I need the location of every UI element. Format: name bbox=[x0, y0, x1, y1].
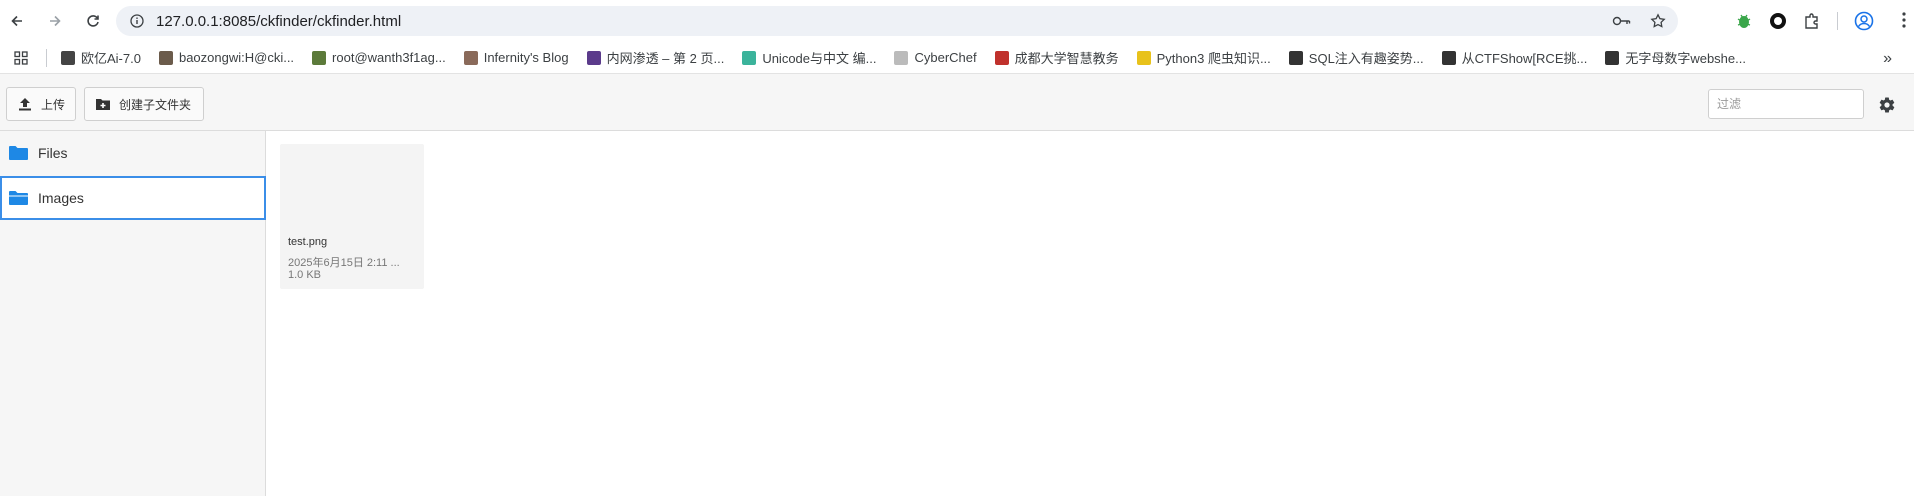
puzzle-extensions-icon[interactable] bbox=[1803, 12, 1821, 30]
avatar-favicon-icon bbox=[158, 50, 173, 65]
bookmark-label: CyberChef bbox=[914, 50, 977, 65]
site-info-icon[interactable] bbox=[122, 14, 152, 28]
bookmarks-bar: 欧亿Ai-7.0 baozongwi:H@cki... root@wanth3f1a… bbox=[0, 42, 1914, 74]
browser-top-bar: 127.0.0.1:8085/ckfinder/ckfinder.html bbox=[0, 0, 1914, 42]
person-favicon-icon bbox=[463, 50, 478, 65]
upload-label: 上传 bbox=[41, 97, 66, 112]
bookmark-label: baozongwi:H@cki... bbox=[178, 50, 295, 65]
bookmark-label: root@wanth3f1ag... bbox=[332, 50, 446, 65]
folder-label: Images bbox=[38, 190, 84, 206]
bookmark-item[interactable]: 欧亿Ai-7.0 bbox=[61, 48, 141, 67]
file-name: test.png bbox=[288, 236, 328, 248]
create-subfolder-button[interactable]: 创建子文件夹 bbox=[84, 87, 204, 121]
arrow-left-icon bbox=[11, 15, 22, 27]
bookmarks-overflow-button[interactable]: » bbox=[1883, 50, 1892, 68]
create-subfolder-label: 创建子文件夹 bbox=[119, 97, 192, 112]
bookmark-label: Unicode与中文 编... bbox=[762, 51, 877, 66]
slash-favicon-icon bbox=[1288, 50, 1303, 65]
bookmark-label: Python3 爬虫知识... bbox=[1156, 51, 1271, 66]
bookmark-label: SQL注入有趣姿势... bbox=[1308, 51, 1424, 66]
password-key-icon[interactable] bbox=[1612, 14, 1632, 28]
bookmark-item[interactable]: Infernity's Blog bbox=[463, 50, 569, 65]
bookmarks-separator bbox=[46, 48, 47, 67]
add-folder-icon bbox=[96, 99, 110, 110]
bookmark-item[interactable]: 内网渗透 – 第 2 页... bbox=[586, 48, 725, 67]
file-item[interactable]: test.png 2025年6月15日 2:11 ... 1.0 KB bbox=[280, 144, 424, 289]
biohazard-favicon-icon bbox=[1136, 50, 1151, 65]
bookmark-star-icon[interactable] bbox=[1650, 13, 1666, 29]
university-favicon-icon bbox=[994, 50, 1009, 65]
bookmark-label: 内网渗透 – 第 2 页... bbox=[606, 51, 725, 66]
forward-button[interactable] bbox=[42, 8, 68, 34]
slash-favicon-icon bbox=[1605, 50, 1620, 65]
reload-button[interactable] bbox=[80, 8, 106, 34]
bug-extension-icon[interactable] bbox=[1735, 12, 1753, 30]
folder-tree-sidebar: Files Images bbox=[0, 131, 266, 496]
bookmark-item[interactable]: baozongwi:H@cki... bbox=[158, 50, 295, 65]
chef-favicon-icon bbox=[894, 50, 909, 65]
bookmark-label: 无字母数字webshe... bbox=[1625, 51, 1746, 66]
bookmark-label: 成都大学智慧教务 bbox=[1014, 51, 1119, 66]
ai-favicon-icon bbox=[61, 50, 75, 65]
extensions-area bbox=[1735, 8, 1874, 34]
circle-extension-icon[interactable] bbox=[1769, 12, 1787, 30]
file-size: 1.0 KB bbox=[288, 269, 322, 281]
bookmark-item[interactable]: CyberChef bbox=[894, 50, 977, 65]
open-folder-icon bbox=[9, 191, 28, 205]
files-pane: test.png 2025年6月15日 2:11 ... 1.0 KB bbox=[267, 131, 1914, 496]
reload-icon bbox=[87, 15, 99, 27]
bookmark-item[interactable]: 无字母数字webshe... bbox=[1605, 48, 1746, 67]
folder-images[interactable]: Images bbox=[0, 176, 266, 220]
bookmark-item[interactable]: 从CTFShow[RCE挑... bbox=[1441, 48, 1588, 67]
apps-grid-icon[interactable] bbox=[14, 50, 28, 65]
anime-favicon-icon bbox=[586, 50, 601, 65]
upload-button[interactable]: 上传 bbox=[6, 87, 76, 121]
folder-icon bbox=[9, 146, 28, 160]
leaf-favicon-icon bbox=[742, 50, 757, 65]
file-thumbnail bbox=[280, 144, 424, 236]
ckfinder-toolbar: 上传 创建子文件夹 bbox=[0, 74, 1914, 131]
bookmark-item[interactable]: Python3 爬虫知识... bbox=[1136, 48, 1271, 67]
plant-favicon-icon bbox=[312, 50, 327, 65]
folder-files[interactable]: Files bbox=[0, 131, 266, 175]
arrow-right-icon bbox=[50, 15, 61, 27]
address-bar[interactable]: 127.0.0.1:8085/ckfinder/ckfinder.html bbox=[116, 6, 1678, 36]
url-text[interactable]: 127.0.0.1:8085/ckfinder/ckfinder.html bbox=[156, 13, 401, 30]
more-menu-icon[interactable] bbox=[1902, 12, 1906, 28]
bookmark-item[interactable]: SQL注入有趣姿势... bbox=[1288, 48, 1424, 67]
file-date: 2025年6月15日 2:11 ... bbox=[288, 257, 400, 269]
bookmark-label: Infernity's Blog bbox=[483, 50, 569, 65]
bookmark-item[interactable]: Unicode与中文 编... bbox=[742, 48, 876, 67]
profile-avatar-icon[interactable] bbox=[1854, 11, 1874, 31]
filter-input[interactable] bbox=[1708, 89, 1864, 119]
folder-label: Files bbox=[38, 145, 68, 161]
bookmark-item[interactable]: root@wanth3f1ag... bbox=[312, 50, 446, 65]
upload-icon bbox=[19, 98, 31, 111]
slash-favicon-icon bbox=[1441, 50, 1456, 65]
bookmarks-list: 欧亿Ai-7.0 baozongwi:H@cki... root@wanth3f1a… bbox=[61, 48, 1764, 67]
bookmark-item[interactable]: 成都大学智慧教务 bbox=[994, 48, 1119, 67]
back-button[interactable] bbox=[4, 8, 30, 34]
toolbar-separator bbox=[1837, 12, 1838, 30]
bookmark-label: 欧亿Ai-7.0 bbox=[81, 51, 141, 66]
settings-gear-icon[interactable] bbox=[1878, 96, 1896, 114]
bookmark-label: 从CTFShow[RCE挑... bbox=[1461, 51, 1588, 66]
